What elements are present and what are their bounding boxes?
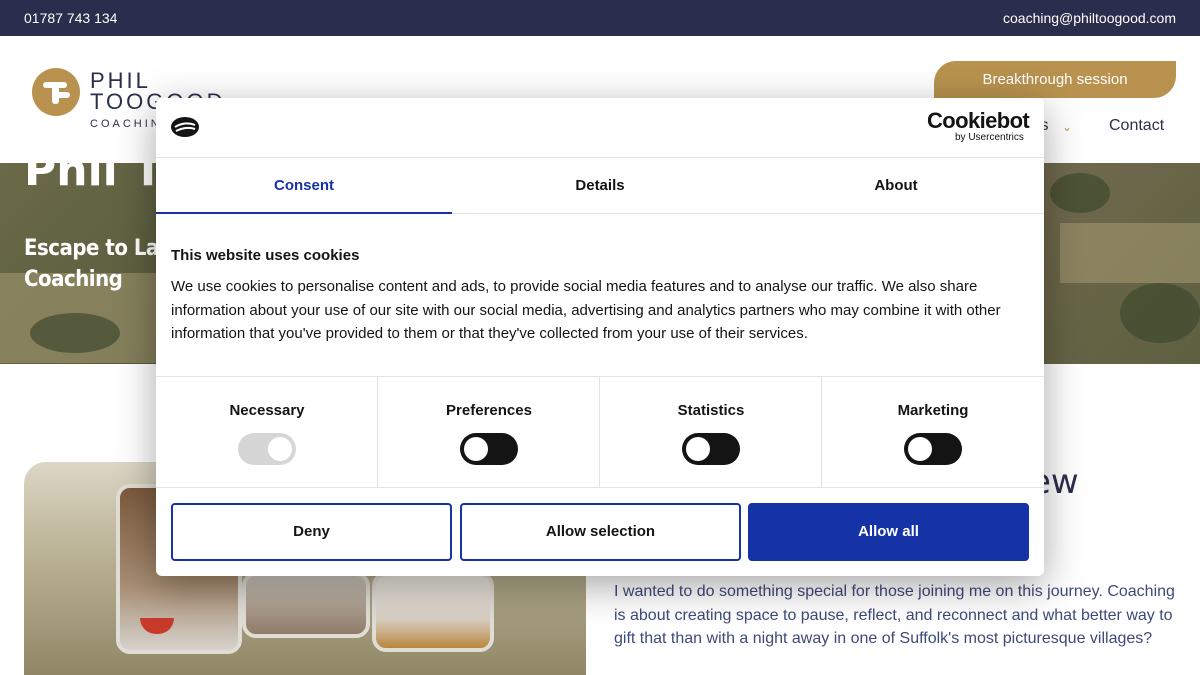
cookie-icon: [171, 117, 199, 137]
phone-number-link[interactable]: 01787 743 134: [24, 10, 117, 26]
preferences-toggle[interactable]: [460, 433, 518, 465]
statistics-toggle[interactable]: [682, 433, 740, 465]
cookie-categories: Necessary Preferences Statistics Marketi…: [156, 376, 1044, 488]
category-necessary: Necessary: [156, 377, 378, 487]
breakthrough-session-button[interactable]: Breakthrough session: [934, 61, 1176, 98]
category-label: Necessary: [229, 402, 305, 419]
dialog-header: Cookiebot by Usercentrics: [156, 98, 1044, 158]
cookie-dialog-description: We use cookies to personalise content an…: [171, 278, 1001, 342]
category-marketing: Marketing: [822, 377, 1044, 487]
top-contact-bar: 01787 743 134 coaching@philtoogood.com: [0, 0, 1200, 36]
tab-about[interactable]: About: [748, 158, 1044, 214]
email-link[interactable]: coaching@philtoogood.com: [1003, 10, 1176, 26]
cookiebot-logo: Cookiebot: [927, 108, 1030, 133]
deny-button[interactable]: Deny: [171, 503, 452, 561]
logo-mark-icon: [32, 68, 80, 116]
allow-all-button[interactable]: Allow all: [748, 503, 1029, 561]
cookiebot-logo-sub: by Usercentrics: [955, 132, 1024, 143]
photo-thumbnail: [242, 572, 370, 638]
category-statistics: Statistics: [600, 377, 822, 487]
cookie-consent-dialog: Cookiebot by Usercentrics Consent Detail…: [156, 98, 1044, 576]
necessary-toggle: [238, 433, 296, 465]
tab-consent[interactable]: Consent: [156, 158, 452, 214]
marketing-toggle[interactable]: [904, 433, 962, 465]
photo-thumbnail: [372, 572, 494, 652]
consent-tabs: Consent Details About: [156, 158, 1044, 214]
section-body-text: I wanted to do something special for tho…: [614, 583, 1175, 647]
category-preferences: Preferences: [378, 377, 600, 487]
category-label: Marketing: [897, 402, 969, 419]
allow-selection-button[interactable]: Allow selection: [460, 503, 741, 561]
nav-item-contact[interactable]: Contact: [1109, 117, 1164, 135]
tab-details[interactable]: Details: [452, 158, 748, 214]
category-label: Preferences: [446, 402, 532, 419]
chevron-down-icon[interactable]: ⌄: [1062, 120, 1072, 134]
category-label: Statistics: [677, 402, 745, 419]
cookie-dialog-title: This website uses cookies: [171, 247, 360, 264]
